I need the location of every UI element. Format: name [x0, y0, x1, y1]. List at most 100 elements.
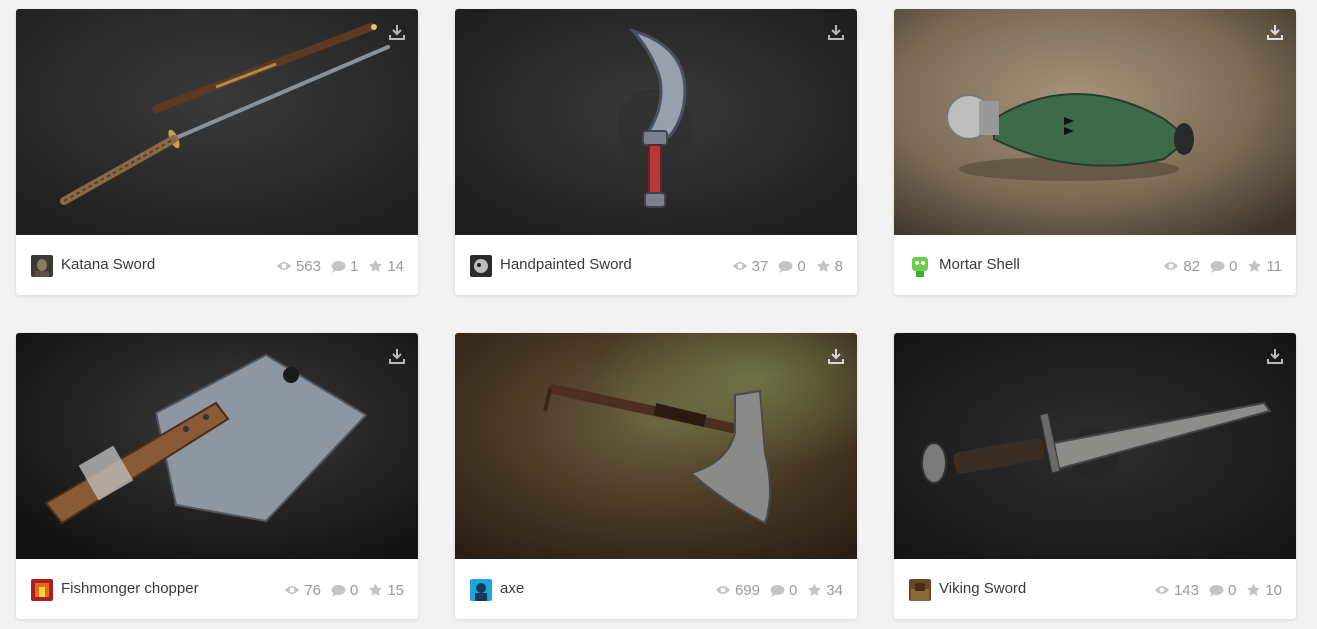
eye-icon: [285, 586, 300, 594]
katana-image: [16, 9, 418, 235]
avatar[interactable]: [909, 579, 931, 601]
comment-icon: [1210, 260, 1225, 273]
model-card[interactable]: Mortar Shell 82 0 11: [894, 9, 1296, 295]
like-count: 14: [368, 258, 404, 275]
like-count-value: 11: [1266, 257, 1282, 275]
model-thumbnail[interactable]: [455, 333, 857, 559]
comment-count-value: 0: [797, 257, 806, 275]
view-count: 699: [715, 582, 760, 599]
model-stats: 699 0 34: [705, 579, 843, 601]
like-count-value: 34: [826, 581, 843, 599]
model-card[interactable]: axe 699 0 34: [455, 333, 857, 619]
model-stats: 76 0 15: [274, 579, 404, 601]
comment-count-value: 0: [349, 581, 359, 599]
comment-count-value: 0: [1229, 257, 1238, 275]
avatar[interactable]: [470, 255, 492, 277]
model-card-footer: Katana Sword 563 1 14: [16, 235, 418, 295]
like-count-value: 15: [387, 581, 404, 599]
model-stats: 563 1 14: [266, 255, 404, 277]
view-count-value: 76: [304, 581, 321, 599]
view-count: 76: [284, 582, 321, 599]
viking-sword-image: [894, 333, 1296, 559]
eye-icon: [732, 262, 747, 270]
fishmonger-chopper-image: [16, 333, 418, 559]
model-stats: 37 0 8: [722, 255, 843, 277]
download-icon[interactable]: [388, 347, 406, 365]
model-thumbnail[interactable]: [16, 333, 418, 559]
comment-count-value: 1: [349, 257, 359, 275]
eye-icon: [1154, 586, 1169, 594]
model-grid: Katana Sword 563 1 14 Handpainted Sword …: [0, 0, 1317, 629]
model-card-footer: Viking Sword 143 0 10: [894, 559, 1296, 619]
view-count: 563: [276, 258, 321, 275]
view-count: 82: [1163, 258, 1200, 275]
comment-icon: [770, 584, 785, 597]
model-thumbnail[interactable]: [16, 9, 418, 235]
axe-image: [455, 333, 857, 559]
download-icon[interactable]: [1266, 347, 1284, 365]
comment-count: 0: [778, 257, 806, 275]
star-icon: [369, 583, 383, 596]
model-thumbnail[interactable]: [455, 9, 857, 235]
like-count-value: 10: [1265, 581, 1282, 599]
handpainted-sword-image: [455, 9, 857, 235]
comment-icon: [1209, 584, 1224, 597]
star-icon: [816, 259, 830, 272]
view-count-value: 563: [295, 257, 321, 275]
model-title[interactable]: Fishmonger chopper: [61, 580, 199, 597]
model-title[interactable]: Viking Sword: [939, 580, 1026, 597]
comment-icon: [331, 584, 346, 597]
avatar[interactable]: [909, 255, 931, 277]
avatar[interactable]: [470, 579, 492, 601]
download-icon[interactable]: [388, 23, 406, 41]
model-stats: 82 0 11: [1153, 255, 1282, 277]
eye-icon: [276, 262, 291, 270]
like-count: 15: [368, 582, 404, 599]
comment-icon: [778, 260, 793, 273]
model-card-footer: Mortar Shell 82 0 11: [894, 235, 1296, 295]
eye-icon: [1164, 262, 1179, 270]
like-count: 34: [807, 582, 843, 599]
like-count: 10: [1246, 582, 1282, 599]
like-count-value: 14: [387, 257, 404, 275]
star-icon: [369, 259, 383, 272]
view-count-value: 82: [1183, 257, 1201, 275]
eye-icon: [715, 586, 730, 594]
like-count: 8: [816, 258, 843, 275]
download-icon[interactable]: [827, 347, 845, 365]
mortar-shell-image: [894, 9, 1296, 235]
avatar[interactable]: [31, 255, 53, 277]
model-card[interactable]: Viking Sword 143 0 10: [894, 333, 1296, 619]
model-title[interactable]: Mortar Shell: [939, 256, 1020, 273]
avatar[interactable]: [31, 579, 53, 601]
download-icon[interactable]: [1266, 23, 1284, 41]
comment-icon: [331, 260, 346, 273]
comment-count: 0: [1210, 258, 1237, 275]
download-icon[interactable]: [827, 23, 845, 41]
star-icon: [808, 583, 822, 596]
star-icon: [1247, 583, 1261, 596]
model-title[interactable]: Katana Sword: [61, 256, 155, 273]
like-count-value: 8: [834, 257, 843, 275]
view-count: 143: [1154, 582, 1199, 599]
view-count-value: 143: [1173, 581, 1199, 599]
view-count-value: 699: [734, 581, 760, 599]
comment-count-value: 0: [1227, 581, 1237, 599]
view-count: 37: [732, 258, 768, 275]
comment-count: 0: [1209, 582, 1236, 599]
star-icon: [1248, 259, 1262, 272]
comment-count-value: 0: [788, 581, 798, 599]
comment-count: 0: [331, 582, 358, 599]
model-thumbnail[interactable]: [894, 333, 1296, 559]
model-thumbnail[interactable]: [894, 9, 1296, 235]
model-title[interactable]: axe: [500, 580, 524, 597]
model-title[interactable]: Handpainted Sword: [500, 256, 632, 273]
model-card[interactable]: Handpainted Sword 37 0 8: [455, 9, 857, 295]
model-stats: 143 0 10: [1144, 579, 1282, 601]
model-card-footer: axe 699 0 34: [455, 559, 857, 619]
model-card-footer: Fishmonger chopper 76 0 15: [16, 559, 418, 619]
model-card[interactable]: Katana Sword 563 1 14: [16, 9, 418, 295]
like-count: 11: [1247, 258, 1282, 275]
model-card[interactable]: Fishmonger chopper 76 0 15: [16, 333, 418, 619]
model-card-footer: Handpainted Sword 37 0 8: [455, 235, 857, 295]
